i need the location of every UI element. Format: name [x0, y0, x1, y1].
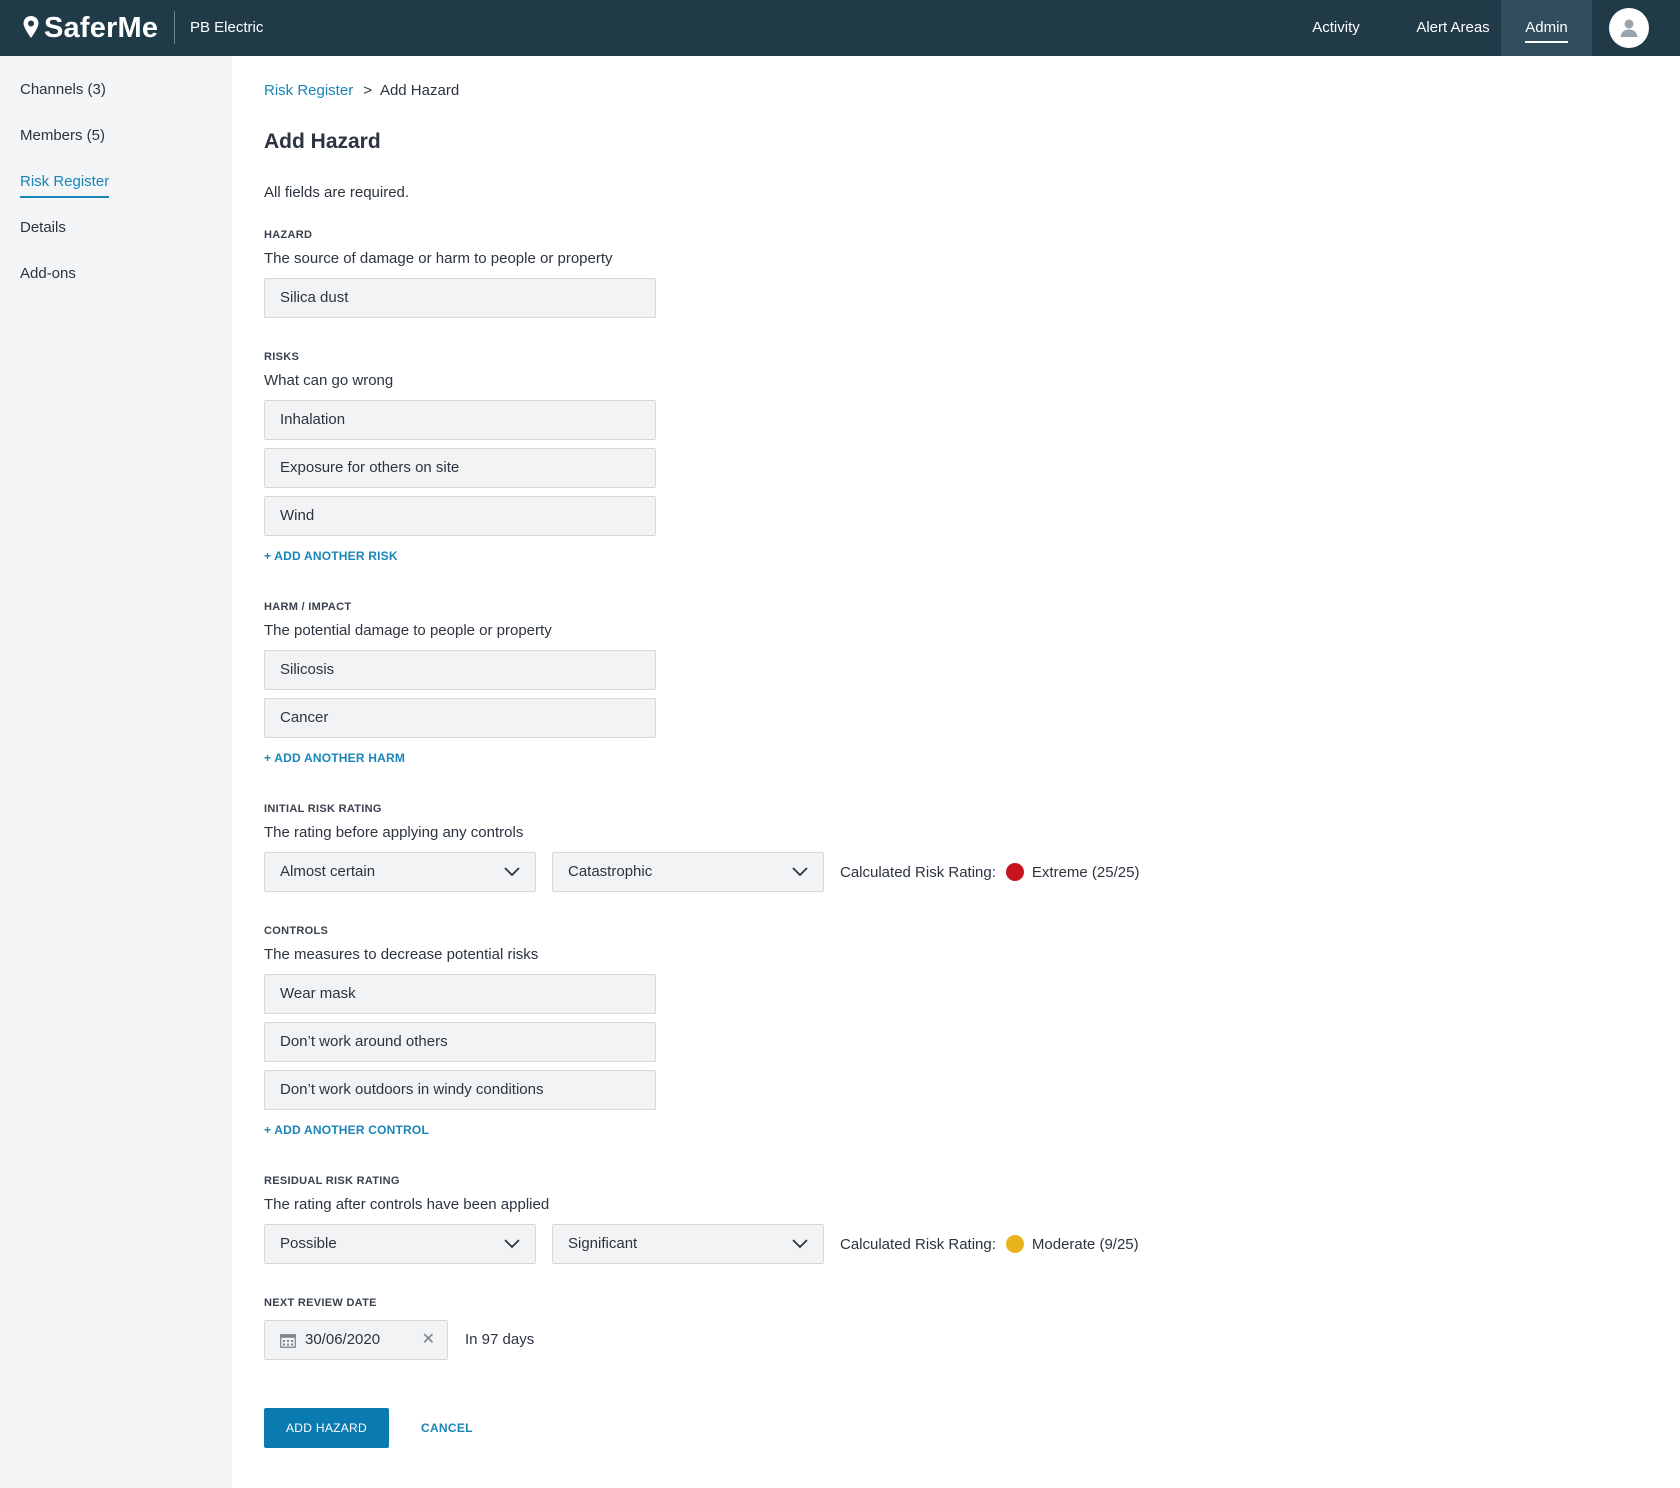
logo-text: SaferMe [44, 11, 159, 44]
breadcrumb-risk-register[interactable]: Risk Register [264, 82, 353, 99]
chevron-down-icon [792, 1239, 808, 1249]
harm-input-1[interactable]: Silicosis [264, 650, 656, 690]
risks-description: What can go wrong [264, 372, 394, 389]
residual-rating-result: Moderate (9/25) [1031, 1235, 1139, 1253]
sidebar-item-members[interactable]: Members (5) [20, 127, 105, 144]
review-date-input[interactable]: 30/06/2020 ✕ [264, 1320, 448, 1360]
control-input-3[interactable]: Don’t work outdoors in windy conditions [264, 1070, 656, 1110]
hazard-input[interactable]: Silica dust [264, 278, 656, 318]
add-another-risk-link[interactable]: + ADD ANOTHER RISK [264, 549, 398, 563]
initial-consequence-value: Catastrophic [568, 863, 653, 880]
initial-likelihood-select[interactable]: Almost certain [264, 852, 536, 892]
calc-label: Calculated Risk Rating: [840, 1235, 996, 1253]
harm-input-2[interactable]: Cancer [264, 698, 656, 738]
nav-admin-label: Admin [1525, 19, 1568, 36]
brand-divider [174, 11, 175, 44]
hazard-label: HAZARD [264, 229, 313, 241]
controls-description: The measures to decrease potential risks [264, 946, 539, 963]
add-another-harm-link[interactable]: + ADD ANOTHER HARM [264, 751, 405, 765]
controls-label: CONTROLS [264, 925, 329, 937]
chevron-down-icon [792, 867, 808, 877]
residual-likelihood-value: Possible [280, 1235, 337, 1252]
sidebar: Channels (3) Members (5) Risk Register D… [0, 56, 232, 1488]
main-content: Risk Register > Add Hazard Add Hazard All … [232, 56, 1680, 1488]
initial-likelihood-value: Almost certain [280, 863, 376, 880]
nav-activity[interactable]: Activity [1286, 0, 1386, 56]
chevron-down-icon [504, 1239, 520, 1249]
initial-calculated-rating: Calculated Risk Rating: Extreme (25/25) [840, 852, 1139, 892]
residual-rating-description: The rating after controls have been appl… [264, 1196, 550, 1213]
sidebar-item-risk-register[interactable]: Risk Register [20, 173, 110, 198]
chevron-down-icon [504, 867, 520, 877]
hazard-description: The source of damage or harm to people o… [264, 250, 613, 267]
risk-input-2[interactable]: Exposure for others on site [264, 448, 656, 488]
user-avatar-icon [1620, 19, 1638, 37]
control-input-2[interactable]: Don’t work around others [264, 1022, 656, 1062]
review-relative-days: In 97 days [465, 1331, 535, 1348]
initial-rating-result: Extreme (25/25) [1031, 863, 1140, 881]
review-date-label: NEXT REVIEW DATE [264, 1297, 377, 1309]
risk-input-3[interactable]: Wind [264, 496, 656, 536]
sidebar-item-channels[interactable]: Channels (3) [20, 81, 106, 98]
close-icon[interactable]: ✕ [422, 1321, 435, 1359]
residual-likelihood-select[interactable]: Possible [264, 1224, 536, 1264]
required-note: All fields are required. [264, 184, 410, 201]
initial-rating-label: INITIAL RISK RATING [264, 803, 382, 815]
user-avatar[interactable] [1609, 8, 1649, 48]
sidebar-item-label: Risk Register [20, 173, 110, 190]
page-title: Add Hazard [264, 130, 381, 153]
initial-rating-description: The rating before applying any controls [264, 824, 524, 841]
control-input-1[interactable]: Wear mask [264, 974, 656, 1014]
add-hazard-button[interactable]: ADD HAZARD [264, 1408, 389, 1448]
review-date-value: 30/06/2020 [305, 1331, 381, 1348]
brand-logo[interactable]: SaferMe [22, 0, 158, 56]
residual-consequence-value: Significant [568, 1235, 638, 1252]
top-navigation-bar: SaferMe PB Electric Activity Alert Areas… [0, 0, 1680, 56]
organization-name: PB Electric [190, 19, 264, 36]
sidebar-item-details[interactable]: Details [20, 219, 66, 236]
location-pin-icon [23, 16, 39, 38]
breadcrumb: Risk Register > Add Hazard [264, 82, 459, 99]
nav-active-indicator [1525, 41, 1568, 43]
risks-label: RISKS [264, 351, 300, 363]
sidebar-active-indicator [20, 196, 110, 198]
breadcrumb-separator: > [363, 82, 372, 99]
nav-admin[interactable]: Admin [1501, 0, 1592, 56]
residual-calculated-rating: Calculated Risk Rating: Moderate (9/25) [840, 1224, 1139, 1264]
initial-consequence-select[interactable]: Catastrophic [552, 852, 824, 892]
harm-label: HARM / IMPACT [264, 601, 352, 613]
residual-consequence-select[interactable]: Significant [552, 1224, 824, 1264]
breadcrumb-current: Add Hazard [379, 82, 460, 99]
moderate-risk-dot [1005, 1235, 1024, 1253]
calendar-icon [280, 1334, 296, 1348]
cancel-button[interactable]: CANCEL [421, 1408, 473, 1448]
residual-rating-label: RESIDUAL RISK RATING [264, 1175, 400, 1187]
harm-description: The potential damage to people or proper… [264, 622, 552, 639]
calc-label: Calculated Risk Rating: [840, 863, 996, 881]
extreme-risk-dot [1005, 863, 1024, 881]
add-another-control-link[interactable]: + ADD ANOTHER CONTROL [264, 1123, 429, 1137]
risk-input-1[interactable]: Inhalation [264, 400, 656, 440]
sidebar-item-add-ons[interactable]: Add-ons [20, 265, 76, 282]
nav-alert-areas[interactable]: Alert Areas [1398, 0, 1508, 56]
